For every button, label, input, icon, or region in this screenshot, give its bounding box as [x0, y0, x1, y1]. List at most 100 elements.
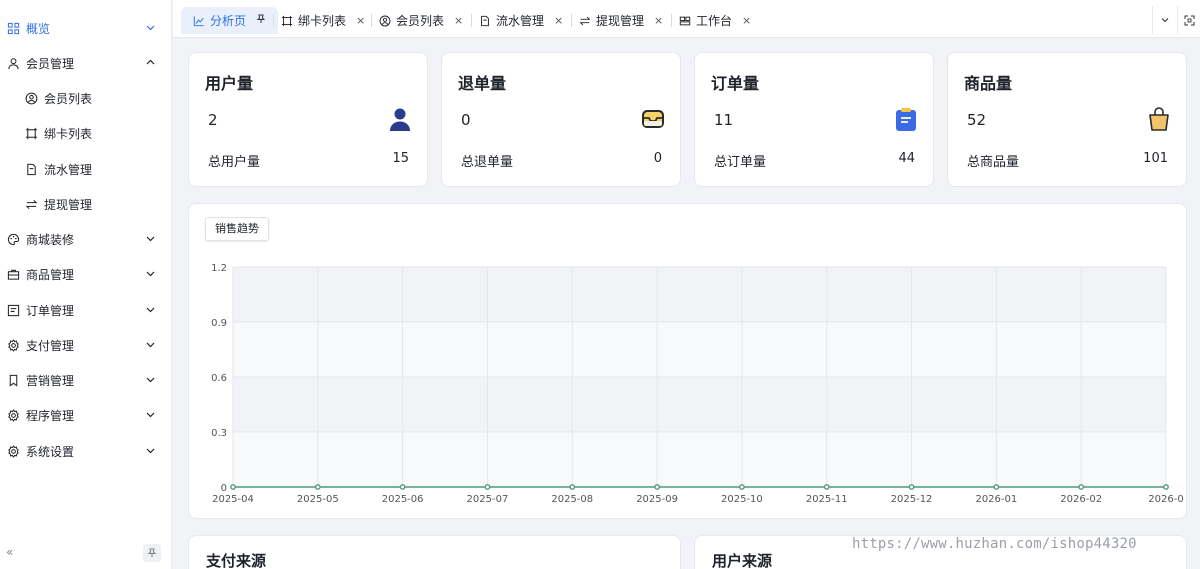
data-point: [1163, 484, 1169, 490]
sidebar-item-5[interactable]: 提现管理: [0, 189, 172, 219]
collapse-sidebar-button[interactable]: «: [6, 545, 20, 559]
y-tick-label: 0.9: [211, 318, 227, 329]
sidebar-item-label: 流水管理: [44, 162, 93, 177]
tabs-dropdown-button[interactable]: [1152, 6, 1178, 34]
sidebar-item-0[interactable]: 概览: [0, 13, 172, 43]
stat-total-label: 总商品量: [967, 155, 1020, 170]
stat-total-label: 总订单量: [714, 155, 767, 170]
close-tab-icon[interactable]: ×: [742, 14, 751, 27]
pin-icon: [147, 548, 157, 557]
stat-value: 0: [461, 111, 471, 129]
tab-0[interactable]: 分析页: [181, 7, 279, 34]
y-tick-label: 0: [221, 483, 227, 494]
data-point: [823, 484, 830, 490]
sidebar-item-label: 订单管理: [26, 303, 75, 318]
tab-4[interactable]: 提现管理 ×: [579, 7, 663, 34]
y-tick-label: 0.6: [211, 373, 227, 384]
stat-total-value: 0: [653, 151, 662, 166]
chevron-down-icon: [145, 22, 156, 33]
sidebar-item-8[interactable]: 订单管理: [0, 295, 172, 325]
stat-card: 退单量 0 总退单量 0: [441, 52, 681, 187]
sidebar-item-9[interactable]: 支付管理: [0, 330, 172, 360]
document-icon: [24, 162, 38, 176]
sidebar-footer: «: [0, 539, 172, 569]
swap-icon: [579, 14, 592, 27]
x-tick-label: 2026-0: [1148, 494, 1183, 505]
card-title: 支付来源: [206, 552, 267, 569]
tab-2[interactable]: 会员列表 ×: [379, 7, 463, 34]
tab-label: 流水管理: [496, 14, 545, 28]
stat-card: 订单量 11 总订单量 44: [694, 52, 934, 187]
swap-icon: [24, 197, 38, 211]
chart-icon: [193, 14, 206, 27]
sidebar-item-11[interactable]: 程序管理: [0, 400, 172, 430]
tab-5[interactable]: 工作台 ×: [679, 7, 751, 34]
gear-icon: [6, 408, 20, 422]
stat-value: 11: [714, 111, 734, 129]
sidebar-item-12[interactable]: 系统设置: [0, 436, 172, 466]
chevron-down-icon: [145, 409, 156, 420]
stat-title: 退单量: [458, 74, 507, 93]
palette-icon: [6, 232, 20, 246]
data-point: [399, 484, 406, 490]
tab-separator: [571, 14, 572, 27]
sales-trend-card: 销售趋势 0 0.3 0.6 0.9 1.2 2025-04 2025-05 2025-06 2…: [188, 203, 1187, 519]
sidebar-item-2[interactable]: 会员列表: [0, 83, 172, 113]
stat-value: 2: [208, 111, 218, 129]
chevron-down-icon: [1161, 18, 1169, 23]
tab-1[interactable]: 绑卡列表 ×: [281, 7, 365, 34]
x-tick-label: 2025-11: [806, 494, 848, 505]
sidebar-item-7[interactable]: 商品管理: [0, 259, 172, 289]
close-tab-icon[interactable]: ×: [356, 14, 365, 27]
data-point: [484, 484, 491, 490]
pin-icon[interactable]: [256, 14, 266, 27]
data-point: [739, 484, 745, 490]
stat-total-value: 101: [1143, 151, 1168, 166]
sidebar-item-label: 商城装修: [26, 232, 75, 247]
payment-source-card: 支付来源: [188, 535, 681, 569]
sidebar-item-10[interactable]: 营销管理: [0, 365, 172, 395]
bag-icon: [1146, 106, 1172, 132]
chevron-down-icon: [145, 445, 156, 456]
sidebar-item-3[interactable]: 绑卡列表: [0, 118, 172, 148]
frame-icon: [24, 126, 38, 140]
pin-sidebar-button[interactable]: [143, 544, 161, 562]
tab-separator: [273, 14, 274, 27]
close-tab-icon[interactable]: ×: [554, 14, 563, 27]
x-tick-label: 2025-07: [467, 494, 509, 505]
tab-separator: [471, 14, 472, 27]
chevron-down-icon: [145, 304, 156, 315]
sidebar-item-4[interactable]: 流水管理: [0, 154, 172, 184]
workspace-icon: [679, 14, 692, 27]
tab-3[interactable]: 流水管理 ×: [479, 7, 563, 34]
close-tab-icon[interactable]: ×: [454, 14, 463, 27]
tab-label: 工作台: [696, 14, 733, 28]
dashboard-icon: [6, 21, 20, 35]
x-tick-label: 2026-01: [975, 494, 1017, 505]
tab-separator: [671, 14, 672, 27]
sidebar-item-1[interactable]: 会员管理: [0, 48, 172, 78]
tab-label: 分析页: [210, 14, 247, 28]
stat-total-value: 15: [392, 151, 409, 166]
sidebar-item-label: 程序管理: [26, 408, 75, 423]
sidebar: 概览会员管理会员列表绑卡列表流水管理提现管理商城装修商品管理订单管理支付管理营销…: [0, 0, 172, 569]
user-icon: [6, 56, 20, 70]
frame-icon: [281, 14, 294, 27]
x-tick-label: 2025-12: [891, 494, 933, 505]
sidebar-item-6[interactable]: 商城装修: [0, 224, 172, 254]
sidebar-item-label: 营销管理: [26, 373, 75, 388]
y-tick-label: 0.3: [211, 428, 227, 439]
tab-bar: 分析页 绑卡列表 × 会员列表 × 流水管理 × 提现管理 × 工作台 ×: [173, 0, 1200, 38]
briefcase-icon: [6, 267, 20, 281]
chart-band: [233, 377, 1166, 432]
stat-total-label: 总退单量: [461, 155, 514, 170]
stat-title: 订单量: [711, 74, 760, 93]
y-tick-label: 1.2: [211, 263, 227, 274]
tab-label: 提现管理: [596, 14, 645, 28]
card-title: 用户来源: [712, 552, 773, 569]
order-icon: [6, 303, 20, 317]
close-tab-icon[interactable]: ×: [654, 14, 663, 27]
x-tick-label: 2025-08: [551, 494, 593, 505]
fullscreen-button[interactable]: [1179, 6, 1200, 34]
sidebar-item-label: 支付管理: [26, 338, 75, 353]
